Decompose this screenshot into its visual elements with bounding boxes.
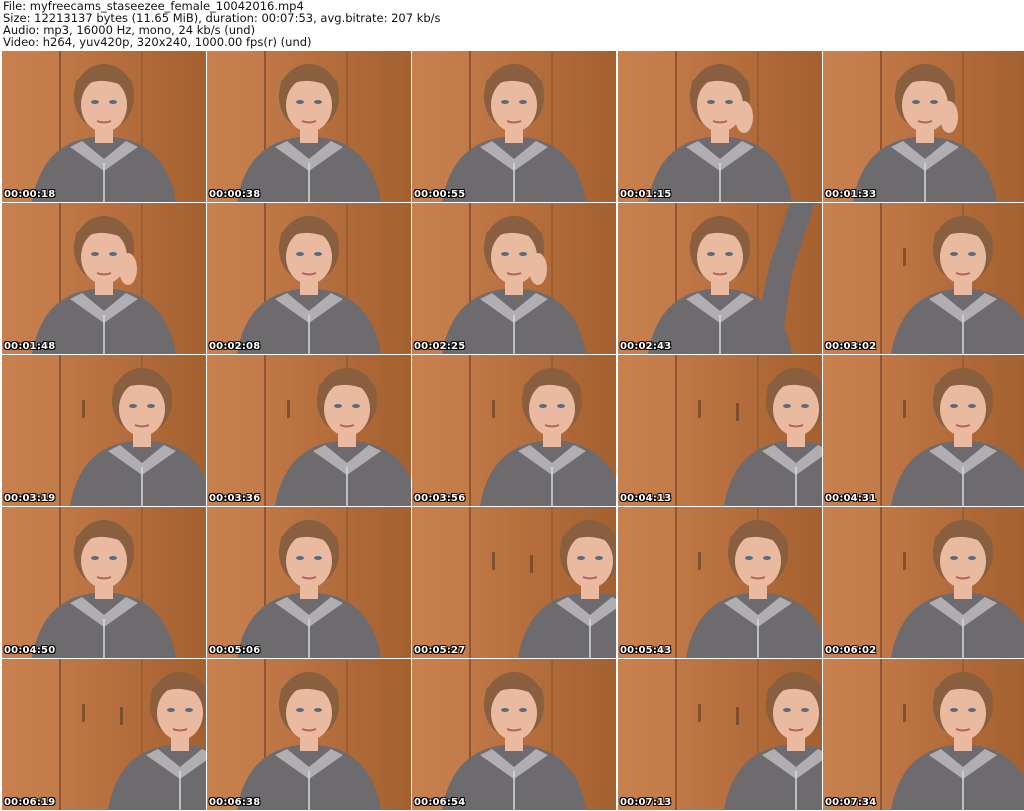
video-frame	[2, 659, 206, 810]
thumbnail-frame: 00:05:27	[412, 507, 616, 658]
thumbnail-grid: 00:00:18 00:00:38 00:00:55 00:01:15 00:0…	[0, 51, 1024, 811]
timestamp-label: 00:06:02	[825, 645, 877, 656]
video-frame	[618, 355, 822, 506]
thumbnail-frame: 00:03:02	[823, 203, 1024, 354]
timestamp-label: 00:07:34	[825, 797, 877, 808]
video-frame	[823, 507, 1024, 658]
timestamp-label: 00:05:43	[620, 645, 672, 656]
timestamp-label: 00:06:54	[414, 797, 466, 808]
thumbnail-frame: 00:01:33	[823, 51, 1024, 202]
thumbnail-frame: 00:06:54	[412, 659, 616, 810]
video-frame	[823, 203, 1024, 354]
video-frame	[412, 203, 616, 354]
timestamp-label: 00:00:18	[4, 189, 56, 200]
timestamp-label: 00:01:15	[620, 189, 672, 200]
thumbnail-frame: 00:02:08	[207, 203, 411, 354]
video-frame	[618, 659, 822, 810]
timestamp-label: 00:03:19	[4, 493, 56, 504]
timestamp-label: 00:04:31	[825, 493, 877, 504]
video-frame	[412, 659, 616, 810]
file-info-header: File: myfreecams_staseezee_female_100420…	[0, 0, 1024, 51]
video-frame	[823, 51, 1024, 202]
timestamp-label: 00:04:13	[620, 493, 672, 504]
video-frame	[207, 507, 411, 658]
video-info-line: Video: h264, yuv420p, 320x240, 1000.00 f…	[3, 35, 312, 49]
timestamp-label: 00:01:48	[4, 341, 56, 352]
thumbnail-frame: 00:06:02	[823, 507, 1024, 658]
video-frame	[2, 507, 206, 658]
video-frame	[412, 507, 616, 658]
thumbnail-frame: 00:00:55	[412, 51, 616, 202]
timestamp-label: 00:02:25	[414, 341, 466, 352]
thumbnail-frame: 00:05:06	[207, 507, 411, 658]
thumbnail-frame: 00:03:56	[412, 355, 616, 506]
timestamp-label: 00:07:13	[620, 797, 672, 808]
thumbnail-frame: 00:05:43	[618, 507, 822, 658]
video-frame	[2, 51, 206, 202]
thumbnail-frame: 00:07:34	[823, 659, 1024, 810]
timestamp-label: 00:06:38	[209, 797, 261, 808]
thumbnail-frame: 00:02:25	[412, 203, 616, 354]
video-frame	[2, 355, 206, 506]
video-frame	[207, 659, 411, 810]
timestamp-label: 00:02:08	[209, 341, 261, 352]
thumbnail-frame: 00:00:18	[2, 51, 206, 202]
video-frame	[207, 51, 411, 202]
timestamp-label: 00:05:27	[414, 645, 466, 656]
timestamp-label: 00:06:19	[4, 797, 56, 808]
video-frame	[618, 507, 822, 658]
video-frame	[823, 355, 1024, 506]
thumbnail-frame: 00:01:48	[2, 203, 206, 354]
thumbnail-frame: 00:01:15	[618, 51, 822, 202]
thumbnail-frame: 00:00:38	[207, 51, 411, 202]
timestamp-label: 00:01:33	[825, 189, 877, 200]
video-frame	[207, 355, 411, 506]
timestamp-label: 00:03:36	[209, 493, 261, 504]
video-frame	[2, 203, 206, 354]
timestamp-label: 00:04:50	[4, 645, 56, 656]
video-frame	[823, 659, 1024, 810]
timestamp-label: 00:00:55	[414, 189, 466, 200]
timestamp-label: 00:03:02	[825, 341, 877, 352]
timestamp-label: 00:02:43	[620, 341, 672, 352]
timestamp-label: 00:05:06	[209, 645, 261, 656]
thumbnail-frame: 00:07:13	[618, 659, 822, 810]
video-frame	[412, 355, 616, 506]
thumbnail-frame: 00:04:31	[823, 355, 1024, 506]
thumbnail-frame: 00:06:19	[2, 659, 206, 810]
timestamp-label: 00:03:56	[414, 493, 466, 504]
thumbnail-frame: 00:06:38	[207, 659, 411, 810]
thumbnail-frame: 00:02:43	[618, 203, 822, 354]
thumbnail-frame: 00:04:13	[618, 355, 822, 506]
thumbnail-frame: 00:03:19	[2, 355, 206, 506]
timestamp-label: 00:00:38	[209, 189, 261, 200]
video-frame	[412, 51, 616, 202]
video-frame	[618, 203, 822, 354]
thumbnail-frame: 00:04:50	[2, 507, 206, 658]
video-frame	[618, 51, 822, 202]
thumbnail-frame: 00:03:36	[207, 355, 411, 506]
video-frame	[207, 203, 411, 354]
